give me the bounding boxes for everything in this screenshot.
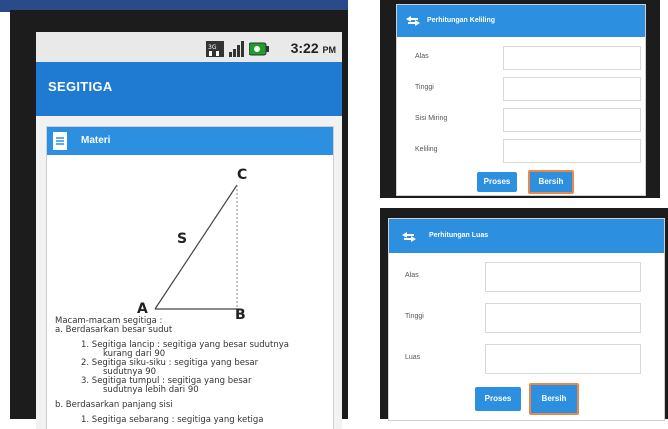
luas-proses-button[interactable]: Proses: [475, 387, 521, 411]
label-c: C: [237, 167, 248, 183]
luas-panel: Perhitungan Luas Alas Tinggi Luas Proses B…: [388, 218, 665, 421]
time-value: 3:22: [290, 40, 319, 56]
app-title: SEGITIGA: [48, 79, 113, 94]
keliling-field-input[interactable]: [503, 139, 641, 163]
luas-bersih-button[interactable]: Bersih: [529, 383, 579, 415]
triangle-diagram: [154, 184, 238, 310]
phone-frame: 3G 3:22 PM SEGITIGA Materi C S A B Macam…: [10, 10, 348, 429]
label-s: S: [177, 231, 188, 247]
luas-frame: Perhitungan Luas Alas Tinggi Luas Proses B…: [380, 208, 668, 421]
materi-line: 2. Segitiga siku-siku : segitiga yang be…: [81, 358, 259, 368]
network-3g-icon: 3G: [206, 41, 224, 57]
materi-line: 1. Segitiga sebarang : segitiga yang ket…: [81, 415, 264, 425]
svg-text:3G: 3G: [208, 44, 217, 51]
luas-field-input[interactable]: [485, 262, 641, 292]
keliling-proses-button[interactable]: Proses: [477, 172, 517, 192]
luas-header: Perhitungan Luas: [389, 219, 664, 253]
materi-title: Materi: [81, 135, 111, 146]
luas-field-label: Tinggi: [405, 313, 424, 320]
materi-line: sudutnya lebih dari 90: [103, 385, 199, 395]
luas-field-label: Luas: [405, 354, 421, 361]
document-icon: [53, 132, 67, 150]
luas-field-input[interactable]: [485, 344, 641, 374]
keliling-bersih-button[interactable]: Bersih: [528, 170, 574, 194]
materi-line: a. Berdasarkan besar sudut: [55, 325, 173, 335]
luas-field-input[interactable]: [485, 303, 641, 333]
keliling-frame: Perhitungan Keliling Alas Tinggi Sisi Miri…: [380, 0, 660, 198]
materi-card: Materi C S A B Macam-macam segitiga : a. …: [46, 126, 334, 429]
materi-line: b. Berdasarkan panjang sisi: [55, 400, 173, 410]
app-bar: SEGITIGA: [36, 62, 342, 116]
label-a: A: [137, 301, 148, 317]
materi-text: Macam-macam segitiga : a. Berdasarkan bes…: [55, 317, 330, 425]
calculate-arrows-icon: [406, 16, 420, 26]
keliling-header: Perhitungan Keliling: [397, 5, 645, 37]
keliling-field-label: Alas: [415, 53, 429, 60]
status-bar: 3G 3:22 PM: [36, 32, 342, 62]
keliling-field-input[interactable]: [503, 77, 641, 101]
hypotenuse-line: [154, 184, 238, 310]
status-time: 3:22 PM: [291, 40, 336, 56]
luas-field-label: Alas: [405, 272, 419, 279]
keliling-field-label: Tinggi: [415, 84, 434, 91]
calculate-arrows-icon: [402, 232, 416, 242]
luas-title: Perhitungan Luas: [429, 232, 489, 239]
signal-icon: [229, 41, 244, 57]
keliling-title: Perhitungan Keliling: [427, 17, 496, 24]
materi-line: 1. Segitiga lancip : segitiga yang besar…: [81, 340, 290, 350]
battery-icon: [249, 42, 269, 56]
keliling-field-label: Keliling: [415, 146, 438, 153]
materi-header[interactable]: Materi: [47, 127, 333, 155]
keliling-field-input[interactable]: [503, 108, 641, 132]
keliling-field-label: Sisi Miring: [415, 115, 448, 122]
keliling-field-input[interactable]: [503, 46, 641, 70]
phone-screen: 3G 3:22 PM SEGITIGA Materi C S A B Macam…: [36, 32, 342, 429]
time-ampm: PM: [322, 45, 337, 55]
keliling-panel: Perhitungan Keliling Alas Tinggi Sisi Miri…: [396, 4, 646, 196]
